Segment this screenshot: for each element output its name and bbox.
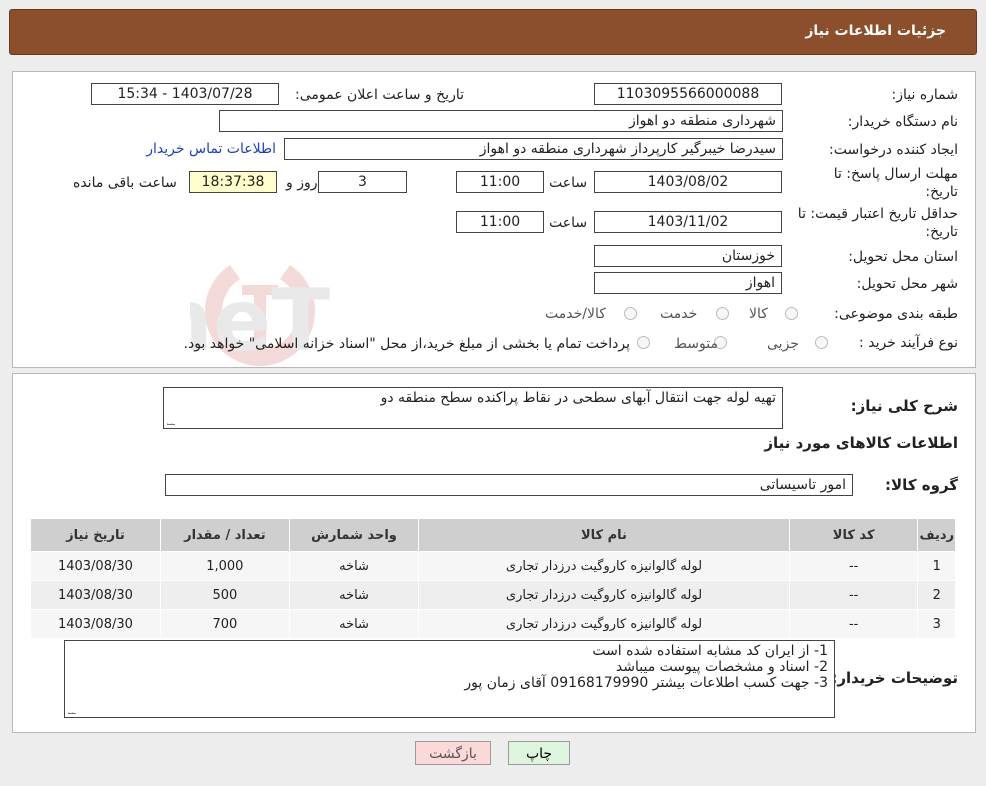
cell-unit: شاخه	[288, 609, 420, 639]
goods-info-title: اطلاعات کالاهای مورد نیاز	[764, 434, 958, 452]
cell-qty: 500	[159, 580, 290, 610]
creator-field: سیدرضا خیبرگیر کارپرداز شهرداری منطقه دو…	[284, 138, 783, 160]
col-date-header: تاریخ نیاز	[30, 518, 161, 552]
table-row: 1 -- لوله گالوانیزه کاروگیت درزدار تجاری…	[30, 551, 956, 581]
category-option-goods: کالا	[749, 306, 768, 322]
process-option-minor: جزیی	[767, 336, 799, 352]
reply-time-field: 11:00	[456, 171, 544, 193]
resize-grip-icon[interactable]	[68, 705, 76, 714]
buyer-notes-label: توضیحات خریدار:	[831, 669, 958, 687]
col-row-header: ردیف	[917, 518, 956, 552]
province-field: خوزستان	[594, 245, 782, 267]
process-option-medium: متوسط	[674, 336, 718, 352]
col-qty-header: تعداد / مقدار	[159, 518, 290, 552]
need-number-field: 1103095566000088	[594, 83, 782, 105]
buyer-notes-textarea[interactable]: 1- از ایران کد مشابه استفاده شده است 2- …	[64, 640, 835, 718]
category-option-service: خدمت	[660, 306, 698, 322]
category-radio-service[interactable]	[716, 307, 729, 320]
buyer-contact-link[interactable]: اطلاعات تماس خریدار	[146, 141, 276, 157]
province-label: استان محل تحویل:	[848, 249, 958, 265]
cell-qty: 1,000	[159, 551, 290, 581]
goods-table: ردیف کد کالا نام کالا واحد شمارش تعداد /…	[30, 518, 956, 639]
announce-date-label: تاریخ و ساعت اعلان عمومی:	[295, 87, 464, 103]
table-row: 3 -- لوله گالوانیزه کاروگیت درزدار تجاری…	[30, 609, 956, 639]
table-header-row: ردیف کد کالا نام کالا واحد شمارش تعداد /…	[30, 518, 956, 552]
category-radio-goods-service[interactable]	[624, 307, 637, 320]
process-label: نوع فرآیند خرید :	[859, 335, 958, 351]
back-button[interactable]: بازگشت	[415, 741, 491, 765]
cell-code: --	[788, 580, 919, 610]
summary-textarea[interactable]: تهیه لوله جهت انتقال آبهای سطحی در نقاط …	[163, 387, 783, 429]
days-field: 3	[318, 171, 407, 193]
remaining-time-field: 18:37:38	[189, 171, 277, 193]
cell-row: 2	[917, 580, 956, 610]
category-label: طبقه بندی موضوعی:	[834, 306, 958, 322]
print-button[interactable]: چاپ	[508, 741, 570, 765]
city-field: اهواز	[594, 272, 782, 294]
table-row: 2 -- لوله گالوانیزه کاروگیت درزدار تجاری…	[30, 580, 956, 610]
buyer-note-line: 1- از ایران کد مشابه استفاده شده است	[592, 643, 828, 659]
cell-code: --	[788, 609, 919, 639]
cell-name: لوله گالوانیزه کاروگیت درزدار تجاری	[418, 609, 790, 639]
announce-date-field: 1403/07/28 - 15:34	[91, 83, 279, 105]
col-name-header: نام کالا	[418, 518, 790, 552]
cell-code: --	[788, 551, 919, 581]
cell-unit: شاخه	[288, 580, 420, 610]
cell-name: لوله گالوانیزه کاروگیت درزدار تجاری	[418, 551, 790, 581]
cell-date: 1403/08/30	[30, 580, 161, 610]
goods-group-label: گروه کالا:	[885, 476, 958, 494]
price-time-field: 11:00	[456, 211, 544, 233]
buyer-note-line: 3- جهت کسب اطلاعات بیشتر 09168179990 آقا…	[464, 675, 828, 691]
cell-row: 1	[917, 551, 956, 581]
summary-text: تهیه لوله جهت انتقال آبهای سطحی در نقاط …	[380, 390, 776, 406]
category-radio-goods[interactable]	[785, 307, 798, 320]
col-code-header: کد کالا	[788, 518, 919, 552]
goods-group-field: امور تاسیساتی	[165, 474, 853, 496]
buyer-org-label: نام دستگاه خریدار:	[847, 114, 958, 130]
cell-row: 3	[917, 609, 956, 639]
reply-date-field: 1403/08/02	[594, 171, 782, 193]
reply-deadline-label: مهلت ارسال پاسخ: تا تاریخ:	[833, 166, 958, 200]
days-label: روز و	[286, 175, 318, 191]
creator-label: ایجاد کننده درخواست:	[829, 142, 958, 158]
col-unit-header: واحد شمارش	[288, 518, 420, 552]
cell-unit: شاخه	[288, 551, 420, 581]
cell-qty: 700	[159, 609, 290, 639]
process-note: پرداخت تمام یا بخشی از مبلغ خرید،از محل …	[183, 336, 630, 352]
price-time-label: ساعت	[549, 215, 588, 231]
buyer-org-field: شهرداری منطقه دو اهواز	[219, 110, 783, 132]
remaining-time-label: ساعت باقی مانده	[73, 175, 177, 191]
page-header: جزئیات اطلاعات نیاز	[9, 9, 977, 55]
resize-grip-icon[interactable]	[167, 416, 175, 425]
buyer-note-line: 2- اسناد و مشخصات پیوست میباشد	[615, 659, 828, 675]
cell-name: لوله گالوانیزه کاروگیت درزدار تجاری	[418, 580, 790, 610]
cell-date: 1403/08/30	[30, 551, 161, 581]
process-radio-minor[interactable]	[815, 336, 828, 349]
reply-time-label: ساعت	[549, 175, 588, 191]
city-label: شهر محل تحویل:	[856, 276, 958, 292]
price-date-field: 1403/11/02	[594, 211, 782, 233]
page-title: جزئیات اطلاعات نیاز	[805, 23, 946, 39]
process-checkbox-treasury[interactable]	[637, 336, 650, 349]
summary-label: شرح کلی نیاز:	[850, 397, 958, 415]
need-number-label: شماره نیاز:	[891, 87, 959, 103]
price-validity-label: حداقل تاریخ اعتبار قیمت: تا تاریخ:	[797, 206, 958, 240]
cell-date: 1403/08/30	[30, 609, 161, 639]
category-option-goods-service: کالا/خدمت	[545, 306, 606, 322]
